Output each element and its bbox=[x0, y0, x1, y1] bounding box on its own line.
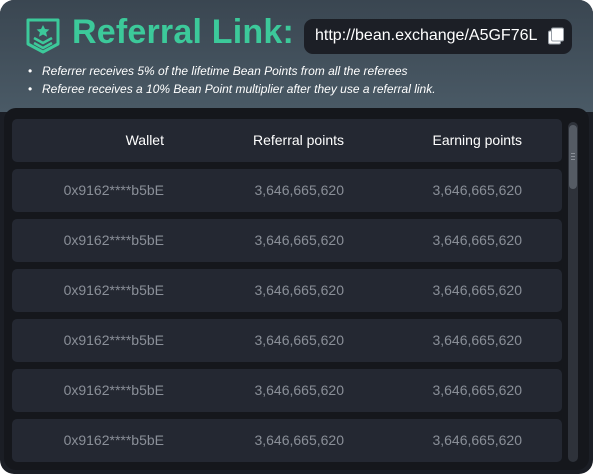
copy-icon[interactable] bbox=[547, 27, 565, 45]
table-header-row: Wallet Referral points Earning points bbox=[12, 119, 562, 162]
referral-points-cell: 3,646,665,620 bbox=[254, 182, 344, 198]
page-title: Referral Link: bbox=[72, 13, 294, 51]
chevron-badge-icon bbox=[26, 18, 60, 54]
referral-points-cell: 3,646,665,620 bbox=[254, 432, 344, 448]
referral-info-item: Referee receives a 10% Bean Point multip… bbox=[28, 82, 436, 100]
referral-info-list: Referrer receives 5% of the lifetime Bea… bbox=[28, 64, 436, 100]
referral-header: Referral Link: http://bean.exchange/A5GF… bbox=[0, 0, 593, 112]
wallet-cell: 0x9162****b5bE bbox=[63, 432, 164, 448]
grip-line bbox=[571, 156, 575, 157]
column-header-referral-points: Referral points bbox=[252, 132, 344, 148]
table-row: 0x9162****b5bE 3,646,665,620 3,646,665,6… bbox=[12, 269, 562, 312]
referral-link-text[interactable]: http://bean.exchange/A5GF76L bbox=[315, 27, 539, 45]
earning-points-cell: 3,646,665,620 bbox=[432, 282, 522, 298]
wallet-cell: 0x9162****b5bE bbox=[63, 182, 164, 198]
referral-points-cell: 3,646,665,620 bbox=[254, 332, 344, 348]
table-row: 0x9162****b5bE 3,646,665,620 3,646,665,6… bbox=[12, 369, 562, 412]
wallet-cell: 0x9162****b5bE bbox=[63, 332, 164, 348]
referral-info-item: Referrer receives 5% of the lifetime Bea… bbox=[28, 64, 436, 82]
table-row: 0x9162****b5bE 3,646,665,620 3,646,665,6… bbox=[12, 319, 562, 362]
grip-line bbox=[571, 153, 575, 154]
table-row: 0x9162****b5bE 3,646,665,620 3,646,665,6… bbox=[12, 169, 562, 212]
referral-link-field[interactable]: http://bean.exchange/A5GF76L bbox=[304, 19, 572, 54]
table-row: 0x9162****b5bE 3,646,665,620 3,646,665,6… bbox=[12, 419, 562, 462]
referral-points-cell: 3,646,665,620 bbox=[254, 282, 344, 298]
referral-table: Wallet Referral points Earning points 0x… bbox=[4, 108, 589, 470]
column-header-earning-points: Earning points bbox=[432, 132, 522, 148]
referral-points-cell: 3,646,665,620 bbox=[254, 382, 344, 398]
earning-points-cell: 3,646,665,620 bbox=[432, 432, 522, 448]
earning-points-cell: 3,646,665,620 bbox=[432, 332, 522, 348]
table-row: 0x9162****b5bE 3,646,665,620 3,646,665,6… bbox=[12, 219, 562, 262]
wallet-cell: 0x9162****b5bE bbox=[63, 382, 164, 398]
wallet-cell: 0x9162****b5bE bbox=[63, 232, 164, 248]
earning-points-cell: 3,646,665,620 bbox=[432, 232, 522, 248]
scrollbar-thumb[interactable] bbox=[569, 125, 577, 189]
earning-points-cell: 3,646,665,620 bbox=[432, 382, 522, 398]
table-scrollbar[interactable] bbox=[568, 122, 578, 462]
wallet-cell: 0x9162****b5bE bbox=[63, 282, 164, 298]
referral-card: Referral Link: http://bean.exchange/A5GF… bbox=[0, 0, 593, 474]
grip-line bbox=[571, 159, 575, 160]
column-header-wallet: Wallet bbox=[125, 132, 164, 148]
earning-points-cell: 3,646,665,620 bbox=[432, 182, 522, 198]
referral-points-cell: 3,646,665,620 bbox=[254, 232, 344, 248]
